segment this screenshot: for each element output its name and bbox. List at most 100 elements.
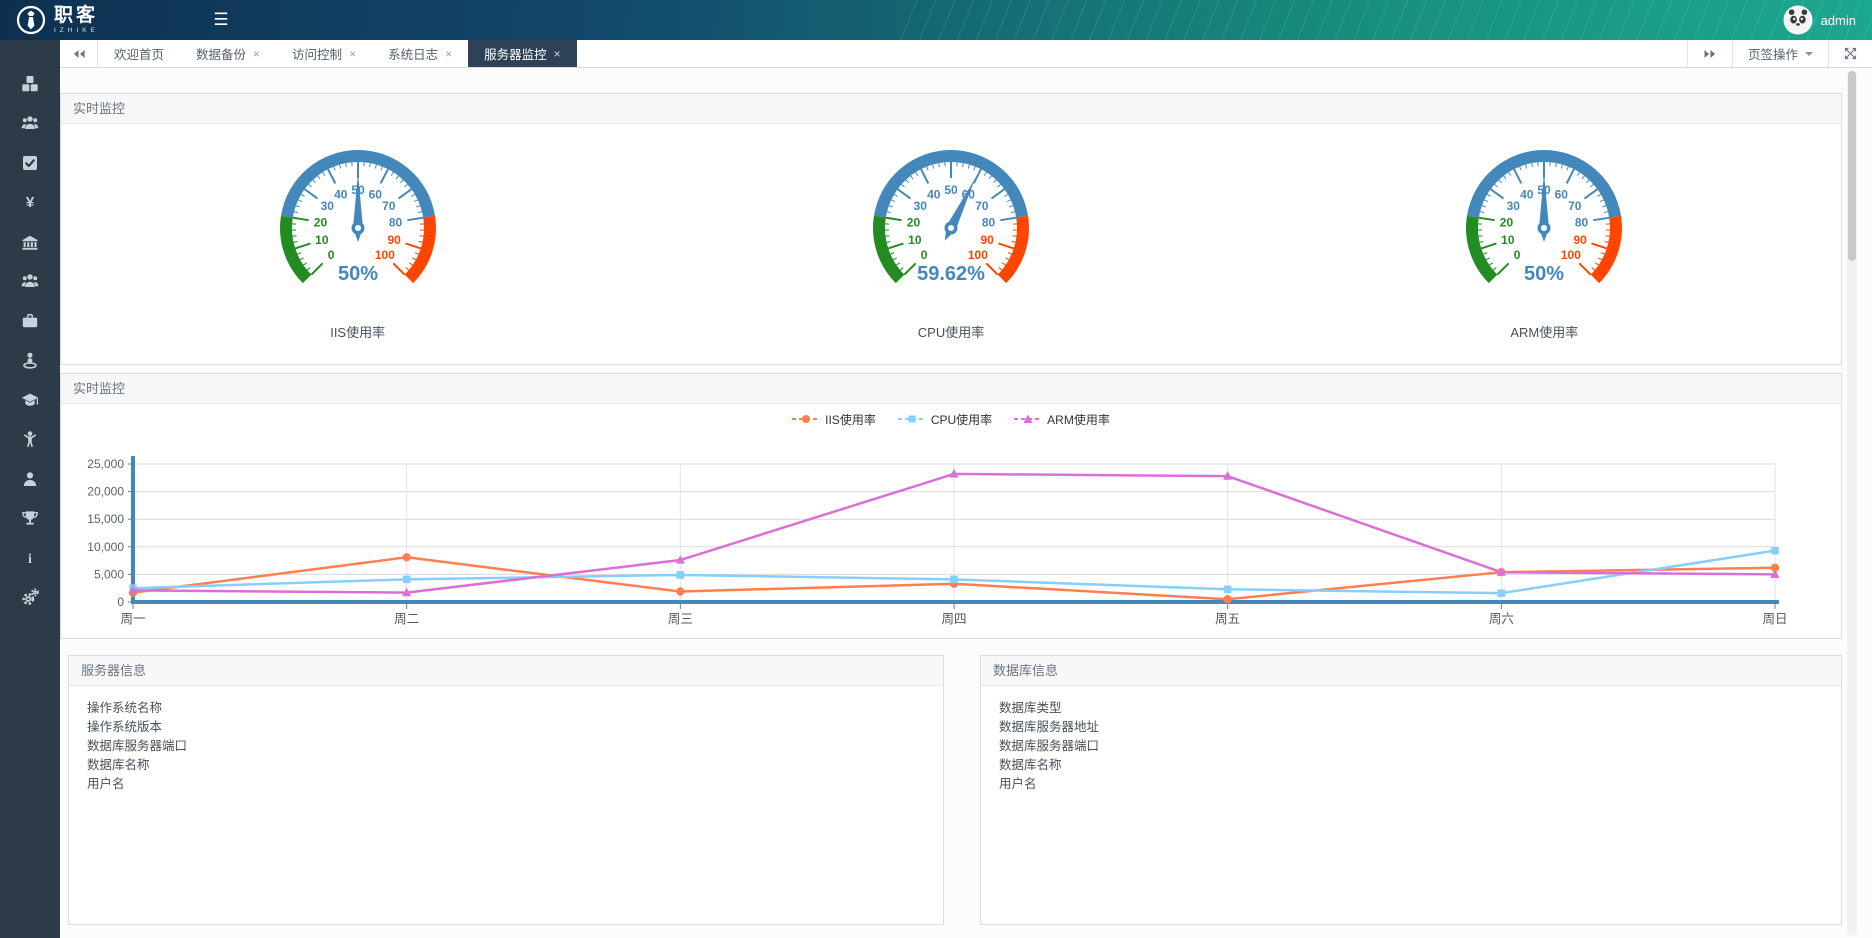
panel-title: 实时监控 <box>61 374 1841 404</box>
tab-actions-dropdown[interactable]: 页签操作 <box>1732 40 1828 67</box>
svg-text:40: 40 <box>1520 187 1534 201</box>
tab-bar-actions: 页签操作 <box>1687 40 1872 67</box>
svg-text:0: 0 <box>1514 248 1521 262</box>
caret-down-icon <box>1805 52 1813 56</box>
sidebar-item-members[interactable] <box>0 104 60 144</box>
tab[interactable]: 访问控制× <box>276 40 372 67</box>
scrollbar-thumb[interactable] <box>1848 71 1856 261</box>
tabs-scroll-left-button[interactable] <box>60 40 98 67</box>
svg-text:80: 80 <box>389 215 403 229</box>
gauge: 010203040506070809010050%ARM使用率 <box>1248 124 1841 364</box>
gauge-caption: IIS使用率 <box>330 322 385 341</box>
legend-item[interactable]: ARM使用率 <box>1014 411 1110 428</box>
svg-text:30: 30 <box>914 199 928 213</box>
sidebar-item-about[interactable]: i <box>0 538 60 578</box>
svg-text:60: 60 <box>368 187 382 201</box>
svg-text:60: 60 <box>1555 187 1569 201</box>
info-item: 数据库服务器地址 <box>999 718 1841 737</box>
svg-text:100: 100 <box>1561 248 1581 262</box>
sidebar-item-children[interactable] <box>0 420 60 460</box>
tab-label: 系统日志 <box>388 44 438 63</box>
sidebar-toggle-hamburger-icon[interactable]: ☰ <box>206 10 236 30</box>
app-logo[interactable]: 职客 IZHIKE <box>0 5 192 35</box>
svg-text:15,000: 15,000 <box>87 512 124 526</box>
sidebar-item-modules[interactable] <box>0 64 60 104</box>
tab[interactable]: 服务器监控 × <box>468 40 577 67</box>
chart-legend: IIS使用率 CPU使用率 ARM使用率 <box>61 404 1841 434</box>
gauge-value: 50% <box>1524 263 1564 285</box>
svg-text:80: 80 <box>1575 215 1589 229</box>
sidebar-item-institution[interactable] <box>0 222 60 262</box>
info-item: 数据库服务器端口 <box>87 737 943 756</box>
svg-text:5,000: 5,000 <box>94 567 124 581</box>
svg-text:90: 90 <box>1574 233 1588 247</box>
bank-icon <box>21 233 39 251</box>
svg-text:100: 100 <box>375 248 395 262</box>
legend-marker-icon <box>1014 413 1042 425</box>
legend-item[interactable]: CPU使用率 <box>898 411 992 428</box>
svg-text:30: 30 <box>1507 199 1521 213</box>
sidebar-item-finance[interactable]: ¥ <box>0 183 60 223</box>
sidebar-item-users[interactable] <box>0 459 60 499</box>
gauge: 010203040506070809010050%IIS使用率 <box>61 124 654 364</box>
content-scrollbar[interactable] <box>1847 70 1857 936</box>
svg-text:25,000: 25,000 <box>87 457 124 471</box>
info-item: 数据库服务器端口 <box>999 737 1841 756</box>
sidebar-item-tasks[interactable] <box>0 143 60 183</box>
svg-text:50: 50 <box>944 183 958 197</box>
svg-text:90: 90 <box>387 233 401 247</box>
panel-title: 服务器信息 <box>69 656 943 686</box>
svg-text:i: i <box>28 552 32 567</box>
user-menu[interactable]: admin <box>1783 0 1856 40</box>
sidebar-item-team[interactable] <box>0 262 60 302</box>
top-navbar: 职客 IZHIKE ☰ admin <box>0 0 1872 40</box>
tab-close-icon[interactable]: × <box>445 48 452 60</box>
x-axis-label: 周四 <box>941 612 966 626</box>
info-item: 操作系统名称 <box>87 699 943 718</box>
sidebar-item-awards[interactable] <box>0 499 60 539</box>
tabs-scroll-right-button[interactable] <box>1687 40 1732 67</box>
svg-text:20,000: 20,000 <box>87 485 124 499</box>
fullscreen-button[interactable] <box>1828 40 1872 67</box>
tab-label: 欢迎首页 <box>114 44 164 63</box>
x-axis-label: 周日 <box>1762 612 1787 626</box>
trophy-icon <box>21 509 39 527</box>
sidebar-item-settings[interactable] <box>0 578 60 618</box>
expand-arrows-icon <box>1844 47 1857 60</box>
tab-label: 服务器监控 <box>484 44 547 63</box>
username: admin <box>1821 13 1856 28</box>
info-item: 数据库名称 <box>999 756 1841 775</box>
tab-close-icon[interactable]: × <box>349 48 356 60</box>
tab[interactable]: 系统日志 × <box>372 40 468 67</box>
child-icon <box>21 430 39 448</box>
panel-realtime-gauges: 实时监控 010203040506070809010050%IIS使用率0102… <box>60 93 1842 365</box>
svg-text:70: 70 <box>1568 199 1582 213</box>
legend-label: IIS使用率 <box>825 411 876 428</box>
tab-close-icon[interactable]: × <box>253 48 260 60</box>
tab[interactable]: 欢迎首页 <box>98 40 180 67</box>
svg-text:70: 70 <box>382 199 396 213</box>
graduation-cap-icon <box>21 391 39 409</box>
tab-close-icon[interactable]: × <box>554 48 561 60</box>
svg-text:10: 10 <box>1501 233 1515 247</box>
svg-text:40: 40 <box>334 187 348 201</box>
info-item: 操作系统版本 <box>87 718 943 737</box>
sidebar: ¥ i <box>0 40 60 938</box>
legend-label: ARM使用率 <box>1047 411 1110 428</box>
x-axis-label: 周二 <box>394 612 419 626</box>
svg-text:20: 20 <box>1500 215 1514 229</box>
svg-text:0: 0 <box>921 248 928 262</box>
sidebar-item-visitors[interactable] <box>0 341 60 381</box>
legend-item[interactable]: IIS使用率 <box>792 411 876 428</box>
gauge-value: 59.62% <box>917 263 985 285</box>
navbar-decoration <box>899 0 1872 40</box>
legend-marker-icon <box>898 413 926 425</box>
avatar <box>1783 5 1813 35</box>
tab[interactable]: 数据备份× <box>180 40 276 67</box>
sidebar-item-education[interactable] <box>0 380 60 420</box>
sidebar-item-jobs[interactable] <box>0 301 60 341</box>
info-item: 用户名 <box>87 775 943 794</box>
svg-text:40: 40 <box>927 187 941 201</box>
main-content: 实时监控 010203040506070809010050%IIS使用率0102… <box>60 68 1872 938</box>
x-axis-label: 周三 <box>668 612 693 626</box>
